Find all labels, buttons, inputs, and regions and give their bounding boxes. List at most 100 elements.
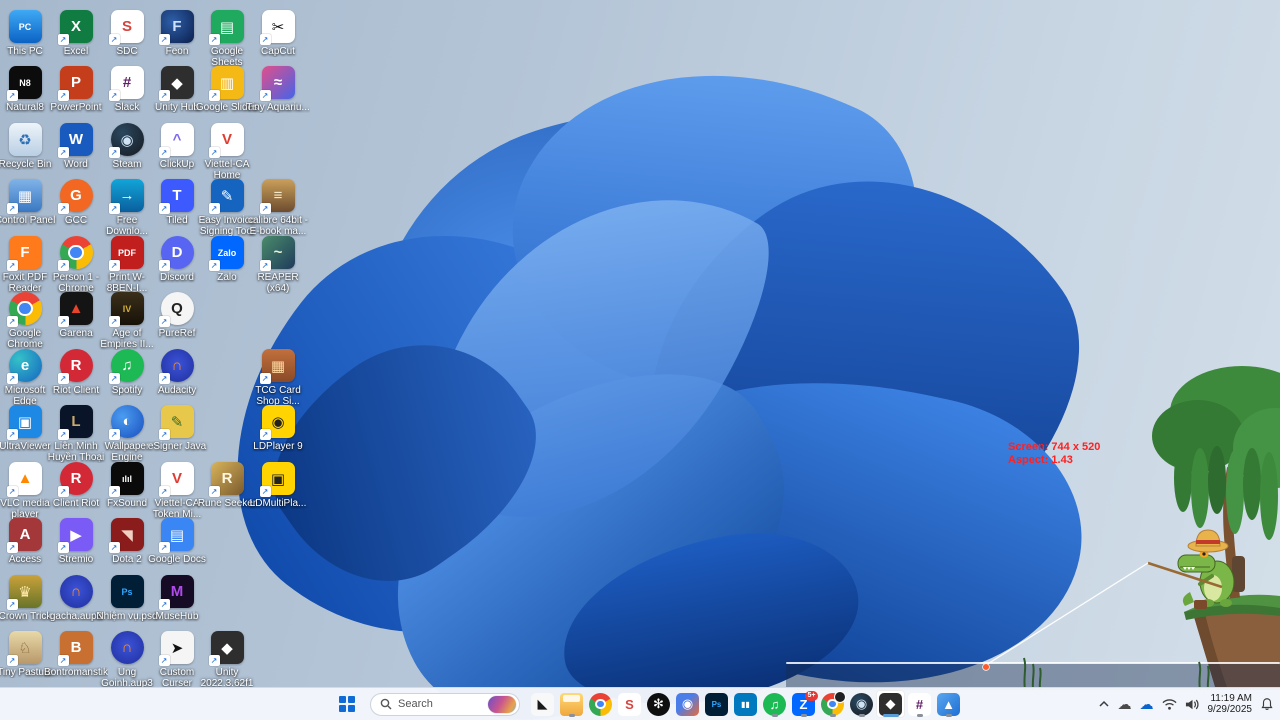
onedrive-icon[interactable]: ☁: [1140, 697, 1154, 711]
desktop-icon-viettel-ca-home[interactable]: V↗Viettel-CA Home: [195, 123, 259, 181]
taskbar-file-explorer[interactable]: [557, 690, 586, 718]
desktop-icon-calibre[interactable]: ≡↗calibre 64bit - E-book ma...: [246, 179, 310, 237]
unity-hub-icon: ◆↗: [161, 66, 194, 99]
shortcut-arrow-badge: ↗: [109, 90, 120, 101]
running-indicator: [801, 714, 807, 717]
this-pc-icon: PC: [9, 10, 42, 43]
desktop-icon-tiny-aquarium[interactable]: ≈↗Tiny Aquariu...: [246, 66, 310, 113]
running-indicator: [946, 714, 952, 717]
shortcut-arrow-badge: ↗: [7, 316, 18, 327]
desktop-icon-ldplayer9[interactable]: ◉↗LDPlayer 9: [246, 405, 310, 452]
start-button[interactable]: [332, 691, 362, 717]
desktop-icon-unity-editor[interactable]: ◆↗ Unity 2022.3.62f1: [195, 631, 259, 689]
recycle-bin-icon: ♻: [9, 123, 42, 156]
tiny-pasture-icon: ♘↗: [9, 631, 42, 664]
volume-icon[interactable]: [1185, 698, 1200, 711]
taskbar-photos[interactable]: ▲: [934, 690, 963, 718]
taskbar-sdc[interactable]: S: [615, 690, 644, 718]
shortcut-arrow-badge: ↗: [109, 203, 120, 214]
desktop-icon-label: Google Docs: [145, 554, 209, 565]
shortcut-arrow-badge: ↗: [260, 90, 271, 101]
shortcut-arrow-badge: ↗: [209, 34, 220, 45]
zalo-icon: Zalo↗: [211, 236, 244, 269]
desktop-icon-label: MuseHub: [145, 611, 209, 622]
shortcut-arrow-badge: ↗: [159, 429, 170, 440]
taskbar-steam[interactable]: ◉: [847, 690, 876, 718]
tray-clock[interactable]: 11:19 AM 9/29/2025: [1208, 693, 1253, 715]
easy-invoice-icon: ✎↗: [211, 179, 244, 212]
trello-icon: ▮▮: [734, 693, 757, 716]
screen-overlay-text: Screen: 744 x 520 Aspect: 1.43: [1008, 441, 1100, 467]
unity-editor-icon: ◆↗: [211, 631, 244, 664]
shortcut-arrow-badge: ↗: [209, 260, 220, 271]
taskbar-slack[interactable]: #: [905, 690, 934, 718]
desktop-icon-tcg-card-shop[interactable]: ▦↗ TCG Card Shop Si...: [246, 349, 310, 407]
hidden-icons-chevron[interactable]: [1098, 698, 1110, 710]
shortcut-arrow-badge: ↗: [159, 542, 170, 553]
running-indicator: [569, 714, 575, 717]
stremio-icon: ▶↗: [60, 518, 93, 551]
shortcut-arrow-badge: ↗: [109, 542, 120, 553]
taskbar-unity[interactable]: ◆: [876, 690, 905, 718]
viettel-ca-token-icon: V↗: [161, 462, 194, 495]
shortcut-arrow-badge: ↗: [260, 260, 271, 271]
notification-bell-icon[interactable]: [1260, 697, 1274, 711]
access-icon: A↗: [9, 518, 42, 551]
shortcut-arrow-badge: ↗: [159, 203, 170, 214]
viettel-ca-home-icon: V↗: [211, 123, 244, 156]
lien-minh-huyen-thoai-icon: L↗: [60, 405, 93, 438]
taskbar-creative-app[interactable]: ◉: [673, 690, 702, 718]
desktop-icon-label: Audacity: [145, 385, 209, 396]
taskbar-trello[interactable]: ▮▮: [731, 690, 760, 718]
wifi-icon[interactable]: [1162, 698, 1177, 711]
desktop-icon-label: calibre 64bit - E-book ma...: [246, 215, 310, 237]
desktop-icon-label: Unity 2022.3.62f1: [195, 667, 259, 689]
discord-icon: D↗: [161, 236, 194, 269]
taskbar-chrome-profile[interactable]: [818, 690, 847, 718]
garena-icon: ▲↗: [60, 292, 93, 325]
taskbar-zalo[interactable]: Z5+: [789, 690, 818, 718]
shortcut-arrow-badge: ↗: [109, 429, 120, 440]
powerpoint-icon: P↗: [60, 66, 93, 99]
shortcut-arrow-badge: ↗: [260, 429, 271, 440]
desktop-icon-pureref[interactable]: Q↗PureRef: [145, 292, 209, 339]
windows-logo-icon: [339, 696, 355, 712]
shortcut-arrow-badge: ↗: [7, 90, 18, 101]
shortcut-arrow-badge: ↗: [109, 486, 120, 497]
desktop-icon-esigner-java[interactable]: ✎↗eSigner Java: [145, 405, 209, 452]
desktop-icon-label: TCG Card Shop Si...: [246, 385, 310, 407]
tiled-icon: T↗: [161, 179, 194, 212]
taskbar-photoshop[interactable]: Ps: [702, 690, 731, 718]
profile-badge: [834, 691, 846, 703]
word-icon: W↗: [60, 123, 93, 156]
desktop-icon-capcut[interactable]: ✂↗CapCut: [246, 10, 310, 57]
taskbar-spotify[interactable]: ♫: [760, 690, 789, 718]
desktop-icon-label: PureRef: [145, 328, 209, 339]
photos-icon: ▲: [937, 693, 960, 716]
desktop-icon-ldmultiplayer[interactable]: ▣↗LDMultiPla...: [246, 462, 310, 509]
photoshop-icon: Ps: [705, 693, 728, 716]
taskbar-google-chrome[interactable]: [586, 690, 615, 718]
shortcut-arrow-badge: ↗: [209, 90, 220, 101]
desktop-icon-musehub[interactable]: M↗MuseHub: [145, 575, 209, 622]
sdc-icon: S: [618, 693, 641, 716]
search-daily-image: [488, 696, 516, 713]
notification-badge: 5+: [805, 691, 818, 701]
taskbar-chatgpt[interactable]: ✻: [644, 690, 673, 718]
search-box[interactable]: Search: [370, 693, 520, 716]
desktop-icon-google-docs[interactable]: ▤↗Google Docs: [145, 518, 209, 565]
taskbar-app-window[interactable]: ◣: [528, 690, 557, 718]
shortcut-arrow-badge: ↗: [159, 655, 170, 666]
shortcut-arrow-badge: ↗: [159, 147, 170, 158]
tray-date: 9/29/2025: [1208, 704, 1253, 715]
riot-client-icon: R↗: [60, 349, 93, 382]
steam-icon: ◉: [850, 693, 873, 716]
shortcut-arrow-badge: ↗: [58, 486, 69, 497]
search-placeholder: Search: [398, 698, 433, 710]
tcg-card-shop-icon: ▦↗: [262, 349, 295, 382]
slack-icon: #↗: [111, 66, 144, 99]
desktop-icon-reaper[interactable]: ~↗REAPER (x64): [246, 236, 310, 294]
desktop-icon-audacity[interactable]: ∩↗Audacity: [145, 349, 209, 396]
reaper-icon: ~↗: [262, 236, 295, 269]
cloud-app-icon[interactable]: ☁: [1118, 697, 1132, 711]
